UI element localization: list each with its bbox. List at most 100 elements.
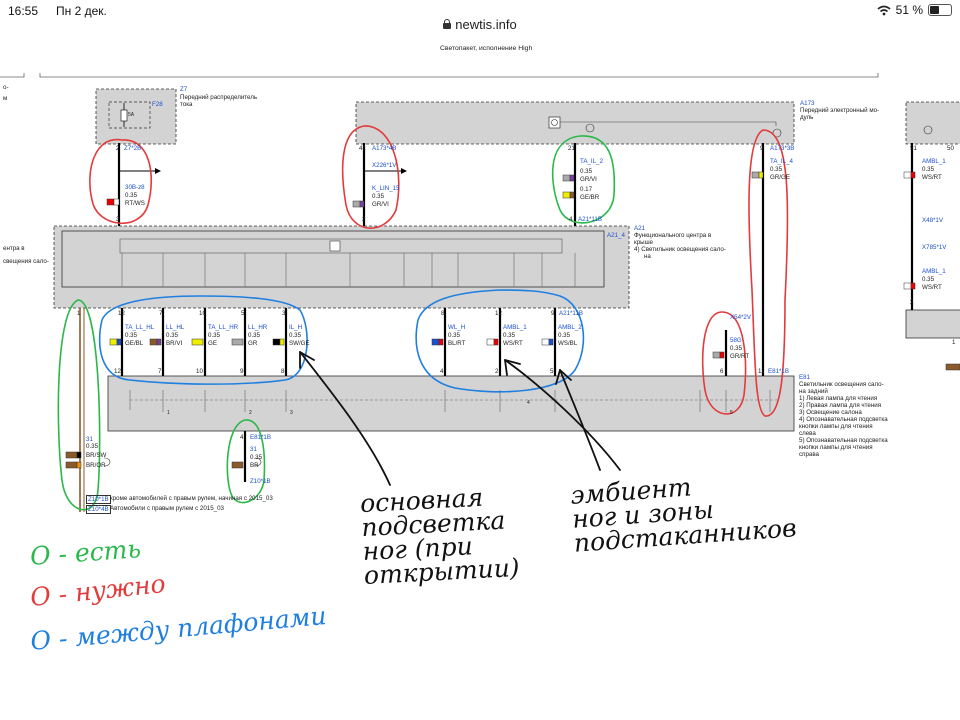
bw2-pin: 7 xyxy=(159,310,163,317)
e81-legend-list: 1) Левая лампа для чтения 2) Правая лампа… xyxy=(799,395,888,458)
bw3-pin: 10 xyxy=(199,310,206,317)
wire1-name: 30B-z8 xyxy=(125,184,145,191)
bw8-color: WS/BL xyxy=(558,340,578,347)
a21-id: A21 xyxy=(634,225,646,232)
z7-module xyxy=(95,88,177,145)
ground-left-name: 31 xyxy=(86,436,93,443)
wire3-pin-bottom: 4 xyxy=(569,216,573,223)
ground-mid-bottom: Z10*1B xyxy=(250,478,271,485)
wire2-pin-bottom: 2 xyxy=(362,216,366,223)
e81-legend-item: 5) Опознавательная подсветка xyxy=(799,437,888,444)
bw3-name: TA_LL_HR xyxy=(208,324,239,331)
bw6-color: BL/RT xyxy=(448,340,466,347)
wire2-conn: A173*4B xyxy=(372,145,397,152)
a173-name-1: Передний электронный мо- xyxy=(800,107,880,114)
bw4-pin: 5 xyxy=(241,310,245,317)
bw5-pin: 3 xyxy=(282,310,286,317)
left-edge-text-3: ентра в xyxy=(3,245,25,252)
z10-tag-1: Z10*1B xyxy=(86,495,111,504)
wire2-gauge: 0.35 xyxy=(372,193,385,200)
wire3-color: GR/VI xyxy=(580,176,597,183)
e81-pin-5: 5 xyxy=(730,410,733,416)
e81-name-1: Светильник освещения сало- xyxy=(799,381,884,388)
x54-name: 58G xyxy=(730,337,742,344)
right-w2-color: WS/RT xyxy=(922,284,942,291)
e81-pin-3: 3 xyxy=(290,410,293,416)
bw6-pin-bottom: 4 xyxy=(440,368,444,375)
e81-pin-2: 2 xyxy=(249,410,252,416)
e81-legend-item: кнопки лампы для чтения xyxy=(799,423,873,430)
e81-legend-item: слева xyxy=(799,430,816,437)
bw7-pin: 12 xyxy=(495,310,502,317)
left-edge-text-1: о- xyxy=(3,84,9,91)
bw8-pin-bottom: 5 xyxy=(550,368,554,375)
a21-name-4: на xyxy=(644,253,651,260)
right-x2: X785*1V xyxy=(922,244,947,251)
wire3-name: TA_IL_2 xyxy=(580,158,603,165)
x54-conn2: E81*1B xyxy=(768,368,789,375)
wire2-sub: X226*1V xyxy=(372,162,397,169)
wire1-color: RT/WS xyxy=(125,200,145,207)
e81-legend-item: 1) Левая лампа для чтения xyxy=(799,395,878,402)
left-edge-text-2: м xyxy=(3,95,8,102)
e81-legend-item: кнопки лампы для чтения xyxy=(799,444,873,451)
a21-name-1: Функционального центра в xyxy=(634,232,712,239)
a173-id: A173 xyxy=(800,100,815,107)
e81-pin-1: 1 xyxy=(167,410,170,416)
bw4-pin-bottom: 9 xyxy=(240,368,244,375)
a21-ground-symbol xyxy=(329,240,341,252)
wire1-pin: 2 xyxy=(116,145,120,152)
bw7-name: AMBL_1 xyxy=(503,324,527,331)
right-w2-name: AMBL_1 xyxy=(922,268,946,275)
ground-left-color: BR/SW xyxy=(86,452,107,459)
e81-name-2: на задний xyxy=(799,388,828,395)
right-w1-color: WS/RT xyxy=(922,174,942,181)
bw6-name: WL_H xyxy=(448,324,466,331)
z10-tag-2: Z10*4B xyxy=(86,505,111,514)
bw5-name: IL_H xyxy=(289,324,303,331)
right-lower-module xyxy=(905,309,960,339)
bw4-gauge: 0.35 xyxy=(248,332,261,339)
bw7-color: WS/RT xyxy=(503,340,523,347)
right-pin-a: 51 xyxy=(910,145,917,152)
ground-mid-pin: 4 xyxy=(240,434,244,441)
bw5-pin-bottom: 8 xyxy=(281,368,285,375)
wire2-pin: 41 xyxy=(359,145,366,152)
z7-name-2: тока xyxy=(180,101,193,108)
right-w1-name: AMBL_1 xyxy=(922,158,946,165)
bw1-name: TA_LL_HL xyxy=(125,324,155,331)
fuse-label: F28 xyxy=(152,101,163,108)
fuse-rating: 5A xyxy=(128,112,135,118)
right-w1-gauge: 0.35 xyxy=(922,166,935,173)
ground-left-pin: 1 xyxy=(77,310,81,317)
a21-bus xyxy=(119,238,563,254)
ground-mid-conn: E81*1B xyxy=(250,434,271,441)
wire4-gauge: 0.35 xyxy=(770,166,783,173)
wire3-color2: GE/BR xyxy=(580,194,600,201)
a173-name-2: дуль xyxy=(800,114,814,121)
x54-gauge: 0.35 xyxy=(730,345,743,352)
bw2-name: LL_HL xyxy=(166,324,185,331)
bw5-color: SW/GE xyxy=(289,340,310,347)
circle-red-z7 xyxy=(89,138,153,224)
ground-left-gauge: 0.35 xyxy=(86,443,99,450)
bw8-conn: A21*11B xyxy=(559,310,583,317)
bw6-gauge: 0.35 xyxy=(448,332,461,339)
right-pin-b: 50 xyxy=(947,145,954,152)
ground-left-color2: BR/OR xyxy=(86,462,106,469)
fuse-f28 xyxy=(120,109,128,122)
right-w2-gauge: 0.35 xyxy=(922,276,935,283)
right-module xyxy=(905,101,960,145)
bw1-pin: 12 xyxy=(118,310,125,317)
wire4-name: TA_IL_4 xyxy=(770,158,793,165)
bw8-pin: 9 xyxy=(551,310,555,317)
a21-connector: A21_4 xyxy=(607,232,625,239)
e81-legend-item: 2) Правая лампа для чтения xyxy=(799,402,882,409)
bw2-pin-bottom: 7 xyxy=(158,368,162,375)
wire1-gauge: 0.35 xyxy=(125,192,138,199)
e81-id: E81 xyxy=(799,374,811,381)
z10-text-1: кроме автомобилей с правым рулем, начина… xyxy=(110,495,273,502)
right-x1: X48*1V xyxy=(922,217,943,224)
right-pin-2: 2 xyxy=(910,299,914,306)
bw3-pin-bottom: 10 xyxy=(196,368,203,375)
